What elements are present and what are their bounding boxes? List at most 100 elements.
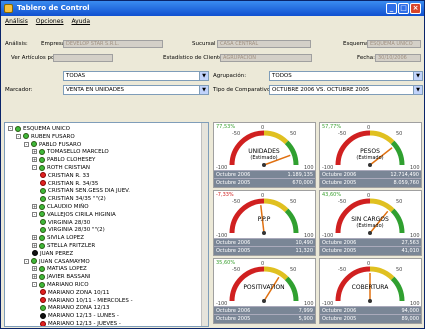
tree-node-label: SIVILA LOPEZ	[47, 235, 84, 242]
tree-node-label: JAVIER BASSANI	[47, 274, 91, 281]
gauge-card: 57,77% -100 -50 0 50 100 PESOS (Estimado) 12.714…	[319, 122, 422, 188]
status-dot-icon	[40, 219, 46, 226]
tree-node-label: JUAN CASAMAYMO	[39, 258, 90, 265]
gauge-tick-label: 0	[261, 261, 264, 267]
gauge-tick-label: 50	[396, 199, 402, 205]
gauge-tick-label: 0	[261, 193, 264, 199]
tree-node[interactable]: CRISTIAN 34/35 ""(2)	[40, 195, 106, 203]
minimize-button[interactable]: _	[386, 3, 397, 14]
maximize-button[interactable]: □	[398, 3, 409, 14]
collapse-icon[interactable]: -	[16, 133, 21, 139]
tree-node[interactable]: CRISTIAN R. 34/35	[40, 180, 98, 188]
marcador-combo[interactable]: VENTA EN UNIDADES ▼	[63, 85, 209, 95]
collapse-icon[interactable]: -	[32, 282, 37, 287]
period-label: Octubre 2005	[216, 316, 251, 322]
tree-node[interactable]: VIRGINIA 28/30	[40, 219, 90, 227]
tree-node-label: CLAUDIO MIÑO	[47, 204, 89, 210]
chevron-down-icon[interactable]: ▼	[199, 72, 208, 80]
expand-icon[interactable]: +	[32, 157, 37, 163]
period-label: Octubre 2005	[322, 180, 357, 186]
period-label: Octubre 2006	[322, 240, 357, 246]
tree-node[interactable]: - RUBEN FUSARO	[16, 133, 75, 141]
tree-node[interactable]: - ROTH CRISTIAN	[32, 164, 90, 172]
tree-node[interactable]: + JAVIER BASSANI	[32, 273, 90, 281]
tree-node[interactable]: + MATIAS LOPEZ	[32, 265, 87, 273]
tree-node-label: MARIANO ZONA 10/11	[48, 289, 110, 296]
top-combo[interactable]: TODAS ▼	[63, 71, 209, 81]
tree-node-label: RUBEN FUSARO	[31, 133, 75, 140]
chevron-down-icon[interactable]: ▼	[199, 86, 208, 94]
gauge-arc	[284, 208, 299, 234]
gauge-panel: 77,53% -100 -50 0 50 100 UNIDADES (Estimado) 1.1…	[213, 122, 423, 327]
tree-node-label: CRISTIAN R. 34/35	[48, 180, 99, 187]
period-label: Octubre 2006	[322, 172, 357, 178]
menu-ayuda[interactable]: Ayuda	[71, 18, 90, 25]
gauge-dial: -100-50050100PESOS(Estimado)	[322, 125, 420, 171]
tree-node-label: VIRGINIA 28/30 ""(2)	[48, 227, 105, 234]
tree-node[interactable]: CRISTIAN SEN.GESS DIA JUEV.	[40, 187, 130, 195]
period-value: 10,490	[295, 240, 314, 246]
empresa-field[interactable]: DEVELOP STAR S.R.L.	[63, 40, 163, 48]
gauge-arc	[263, 130, 289, 145]
sucursal-field[interactable]: CASA CENTRAL	[217, 40, 311, 48]
ver-articulos-field[interactable]	[53, 54, 113, 62]
fecha-field[interactable]: 30/10/2006	[375, 54, 421, 62]
status-dot-icon	[40, 180, 46, 187]
estadistico-field[interactable]: AGRUPACION	[220, 54, 312, 62]
gauge-hub	[262, 231, 266, 235]
tree-node[interactable]: JUAN PEREZ	[32, 250, 73, 258]
collapse-icon[interactable]: -	[32, 211, 37, 217]
gauge-tick-label: -50	[232, 199, 240, 205]
expand-icon[interactable]: +	[32, 149, 37, 155]
hierarchy-tree[interactable]: - ESQUEMA UNICO - RUBEN FUSARO - PABLO FUSARO…	[4, 122, 209, 327]
tree-node[interactable]: + CLAUDIO MIÑO	[32, 203, 89, 211]
tree-node[interactable]: - VALLEJOS CIRILA HIGINIA	[32, 211, 116, 219]
gauge-arc	[369, 198, 395, 213]
gauge-hub	[262, 299, 266, 303]
agrupacion-combo[interactable]: TODOS ▼	[269, 71, 423, 81]
menu-opciones[interactable]: Opciones	[36, 18, 64, 25]
tree-node[interactable]: + STELLA FRITZLER	[32, 242, 95, 250]
chevron-down-icon[interactable]: ▼	[413, 72, 422, 80]
tree-node-label: ESQUEMA UNICO	[23, 126, 70, 132]
tipo-comparativo-combo[interactable]: OCTUBRE 2006 VS. OCTUBRE 2005 ▼	[269, 85, 423, 95]
tree-node[interactable]: - PABLO FUSARO	[24, 141, 81, 149]
tree-node[interactable]: + PABLO CLOHESEY	[32, 156, 95, 164]
close-button[interactable]: ×	[410, 3, 421, 14]
expand-icon[interactable]: +	[32, 266, 37, 272]
chevron-down-icon[interactable]: ▼	[413, 86, 422, 94]
tree-node[interactable]: MARIANO ZONA 12/13	[40, 304, 109, 312]
gauge-name: COBERTURA	[352, 284, 390, 291]
tree-node[interactable]: - ESQUEMA UNICO	[8, 125, 70, 133]
expand-icon[interactable]: +	[32, 274, 37, 280]
expand-icon[interactable]: +	[32, 235, 37, 241]
gauge-value-row: 1.189,135 Octubre 2006	[214, 170, 315, 178]
tree-node[interactable]: CRISTIAN R. 33	[40, 172, 90, 180]
tree-node[interactable]: MARIANO 12/13 - LUNES -	[40, 312, 119, 320]
tree-node[interactable]: + TOMASELLO MARCELO	[32, 148, 109, 156]
gauge-dial: -100-50050100COBERTURA	[322, 261, 420, 307]
expand-icon[interactable]: +	[32, 204, 37, 209]
collapse-icon[interactable]: -	[24, 258, 29, 264]
collapse-icon[interactable]: -	[8, 126, 13, 131]
tree-node-label: PABLO FUSARO	[39, 141, 82, 148]
gauge-arc	[263, 266, 289, 281]
esquema-field[interactable]: ESQUEMA UNICO	[367, 40, 421, 48]
menu-analisis[interactable]: Análisis	[5, 18, 28, 25]
tree-node[interactable]: - MARIANO RICO	[32, 281, 89, 289]
tree-node[interactable]: - JUAN CASAMAYMO	[24, 258, 90, 266]
collapse-icon[interactable]: -	[24, 141, 29, 147]
status-dot-icon	[40, 172, 46, 179]
expand-icon[interactable]: +	[32, 243, 37, 248]
tree-scrollbar[interactable]	[201, 123, 208, 326]
tree-node[interactable]: MARIANO ZONA 10/11	[40, 289, 109, 297]
gauge-value-row: 94,000 Octubre 2006	[320, 306, 421, 314]
tree-node[interactable]: MARIANO 12/13 - JUEVES -	[40, 320, 121, 326]
tree-node[interactable]: MARIANO 10/11 - MIERCOLES -	[40, 297, 133, 305]
tree-node[interactable]: VIRGINIA 28/30 ""(2)	[40, 226, 105, 234]
gauge-value-row: 41,010 Octubre 2005	[320, 246, 421, 254]
tree-node[interactable]: + SIVILA LOPEZ	[32, 234, 84, 242]
collapse-icon[interactable]: -	[32, 165, 37, 170]
gauge-percent: 77,53%	[216, 124, 236, 130]
gauge-hub	[368, 163, 372, 167]
